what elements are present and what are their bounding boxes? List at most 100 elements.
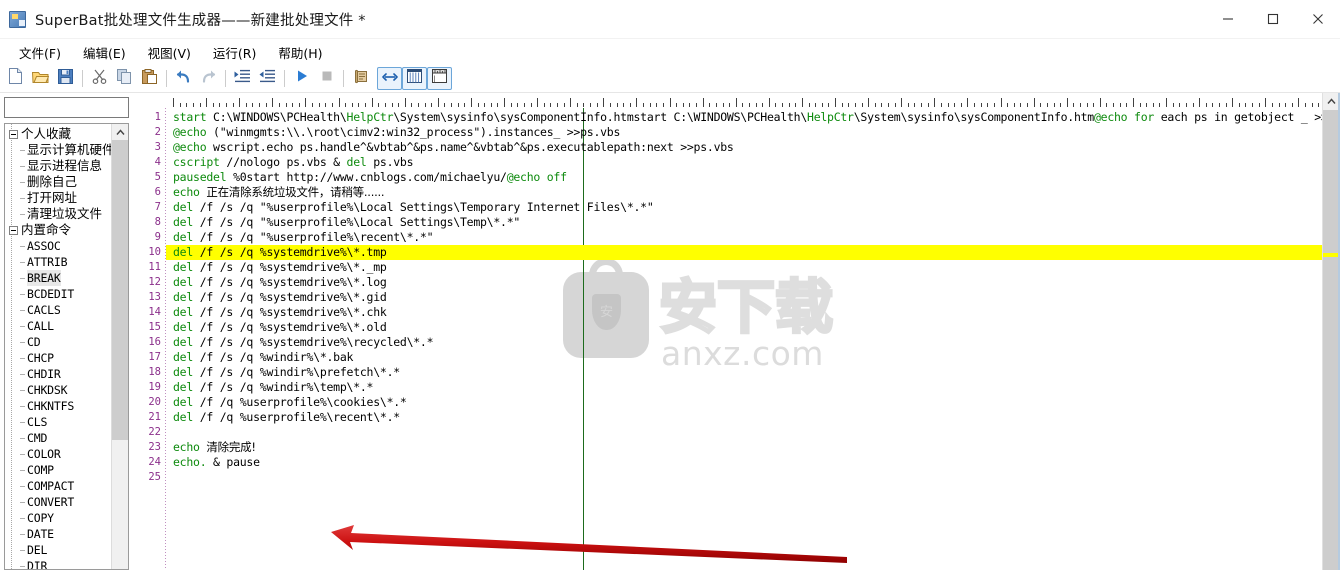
indent-increase-button[interactable] [230, 67, 255, 90]
word-wrap-button[interactable] [377, 67, 402, 90]
ruler-button[interactable] [427, 67, 452, 90]
tree-item-1-1[interactable]: ATTRIB [7, 254, 111, 270]
search-input[interactable] [5, 100, 128, 115]
code-line-9[interactable]: del /f /s /q "%userprofile%\recent\*.*" [166, 230, 1322, 245]
tree-item-1-20[interactable]: DIR [7, 558, 111, 569]
code-line-6[interactable]: echo 正在清除系统垃圾文件，请稍等...... [166, 185, 1322, 200]
sidebar-scrollbar[interactable] [111, 124, 128, 569]
ruler-tick [331, 103, 333, 107]
save-file-button[interactable] [53, 67, 78, 90]
tree-group-0[interactable]: 个人收藏 [7, 126, 111, 142]
code-line-20[interactable]: del /f /q %userprofile%\cookies\*.* [166, 395, 1322, 410]
tree-item-1-7[interactable]: CHCP [7, 350, 111, 366]
menu-run[interactable]: 运行(R) [202, 40, 267, 65]
undo-button[interactable] [171, 67, 196, 90]
tree-item-1-0[interactable]: ASSOC [7, 238, 111, 254]
tree-item-1-9[interactable]: CHKDSK [7, 382, 111, 398]
editor-body[interactable]: 1 2 3 4 5 6 7 8 9 10 11 12 13 14 15 16 17 18 19 20 21 22 23 24 2… [133, 108, 1322, 570]
ruler-tick [1093, 103, 1095, 107]
tree-item-1-6[interactable]: CD [7, 334, 111, 350]
tree-item-0-0[interactable]: 显示计算机硬件 [7, 142, 111, 158]
maximize-button[interactable] [1250, 0, 1295, 38]
tree-group-1[interactable]: 内置命令 [7, 222, 111, 238]
redo-button[interactable] [196, 67, 221, 90]
code-token: /f /s /q %systemdrive%\*._mp [193, 260, 387, 274]
line-numbers-button[interactable] [402, 67, 427, 90]
compile-button[interactable] [348, 67, 373, 90]
tree-item-1-8[interactable]: CHDIR [7, 366, 111, 382]
code-token: /f /s /q %windir%\temp\*.* [193, 380, 374, 394]
code-line-1[interactable]: start C:\WINDOWS\PCHealth\HelpCtr\System… [166, 110, 1322, 125]
code-line-21[interactable]: del /f /q %userprofile%\recent\*.* [166, 410, 1322, 425]
code-line-4[interactable]: cscript //nologo ps.vbs & del ps.vbs [166, 155, 1322, 170]
code-line-8[interactable]: del /f /s /q "%userprofile%\Local Settin… [166, 215, 1322, 230]
tree-item-1-12[interactable]: CMD [7, 430, 111, 446]
tree-item-0-3[interactable]: 打开网址 [7, 190, 111, 206]
code-line-15[interactable]: del /f /s /q %systemdrive%\*.old [166, 320, 1322, 335]
cut-button[interactable] [87, 67, 112, 90]
code-line-12[interactable]: del /f /s /q %systemdrive%\*.log [166, 275, 1322, 290]
tree-item-1-17[interactable]: COPY [7, 510, 111, 526]
tree-expander-icon[interactable] [9, 225, 18, 235]
code-line-19[interactable]: del /f /s /q %windir%\temp\*.* [166, 380, 1322, 395]
paste-button[interactable] [137, 67, 162, 90]
menu-file[interactable]: 文件(F) [8, 40, 72, 65]
sidebar-scroll-track[interactable] [112, 140, 128, 569]
search-box[interactable] [4, 97, 129, 118]
new-file-button[interactable] [3, 67, 28, 90]
sidebar-scroll-thumb[interactable] [112, 140, 128, 440]
code-line-16[interactable]: del /f /s /q %systemdrive%\recycled\*.* [166, 335, 1322, 350]
ruler-tick [365, 103, 366, 107]
scroll-up-arrow[interactable] [112, 124, 128, 140]
menu-view[interactable]: 视图(V) [137, 40, 202, 65]
tree-item-1-14[interactable]: COMP [7, 462, 111, 478]
copy-button[interactable] [112, 67, 137, 90]
minimize-button[interactable] [1205, 0, 1250, 38]
tree-item-1-10[interactable]: CHKNTFS [7, 398, 111, 414]
tree-item-0-4[interactable]: 清理垃圾文件 [7, 206, 111, 222]
run-button[interactable] [289, 67, 314, 90]
command-tree[interactable]: 个人收藏 显示计算机硬件 显示进程信息 删除自己 打开网址 清理垃圾文件 内置命令 ASSOC… [5, 124, 111, 569]
code-line-3[interactable]: @echo wscript.echo ps.handle^&vbtab^&ps.… [166, 140, 1322, 155]
tree-item-1-11[interactable]: CLS [7, 414, 111, 430]
close-button[interactable] [1295, 0, 1340, 38]
menu-edit[interactable]: 编辑(E) [72, 40, 137, 65]
stop-button[interactable] [314, 67, 339, 90]
ruler-tick [206, 98, 208, 107]
code-line-18[interactable]: del /f /s /q %windir%\prefetch\*.* [166, 365, 1322, 380]
code-line-25[interactable] [166, 470, 1322, 485]
ruler-tick [662, 103, 664, 107]
tree-item-1-3[interactable]: BCDEDIT [7, 286, 111, 302]
open-file-button[interactable] [28, 67, 53, 90]
line-number: 11 [148, 261, 161, 273]
code-line-5[interactable]: pausedel %0start http://www.cnblogs.com/… [166, 170, 1322, 185]
code-line-17[interactable]: del /f /s /q %windir%\*.bak [166, 350, 1322, 365]
code-area[interactable]: 安 安下载 anxz.com start C:\WINDOWS\PCHealth… [166, 108, 1322, 570]
code-line-10[interactable]: del /f /s /q %systemdrive%\*.tmp [166, 245, 1322, 260]
code-line-14[interactable]: del /f /s /q %systemdrive%\*.chk [166, 305, 1322, 320]
code-line-13[interactable]: del /f /s /q %systemdrive%\*.gid [166, 290, 1322, 305]
menu-help[interactable]: 帮助(H) [267, 40, 333, 65]
tree-item-1-4[interactable]: CACLS [7, 302, 111, 318]
code-line-11[interactable]: del /f /s /q %systemdrive%\*._mp [166, 260, 1322, 275]
title-bar: SuperBat批处理文件生成器——新建批处理文件 * [0, 0, 1340, 39]
tree-item-0-2[interactable]: 删除自己 [7, 174, 111, 190]
code-line-24[interactable]: echo. & pause [166, 455, 1322, 470]
tree-item-1-5[interactable]: CALL [7, 318, 111, 334]
tree-item-1-13[interactable]: COLOR [7, 446, 111, 462]
code-line-7[interactable]: del /f /s /q "%userprofile%\Local Settin… [166, 200, 1322, 215]
indent-decrease-button[interactable] [255, 67, 280, 90]
code-token: /f /q %userprofile%\cookies\*.* [193, 395, 407, 409]
tree-item-1-19[interactable]: DEL [7, 542, 111, 558]
code-line-22[interactable] [166, 425, 1322, 440]
ruler-icon [432, 69, 447, 88]
code-line-23[interactable]: echo 清除完成! [166, 440, 1322, 455]
tree-item-1-18[interactable]: DATE [7, 526, 111, 542]
tree-expander-icon[interactable] [9, 129, 18, 139]
tree-item-1-16[interactable]: CONVERT [7, 494, 111, 510]
code-line-2[interactable]: @echo ("winmgmts:\\.\root\cimv2:win32_pr… [166, 125, 1322, 140]
tree-item-1-2[interactable]: BREAK [7, 270, 111, 286]
tree-item-0-1[interactable]: 显示进程信息 [7, 158, 111, 174]
tree-item-1-15[interactable]: COMPACT [7, 478, 111, 494]
code-token: echo [173, 440, 200, 454]
